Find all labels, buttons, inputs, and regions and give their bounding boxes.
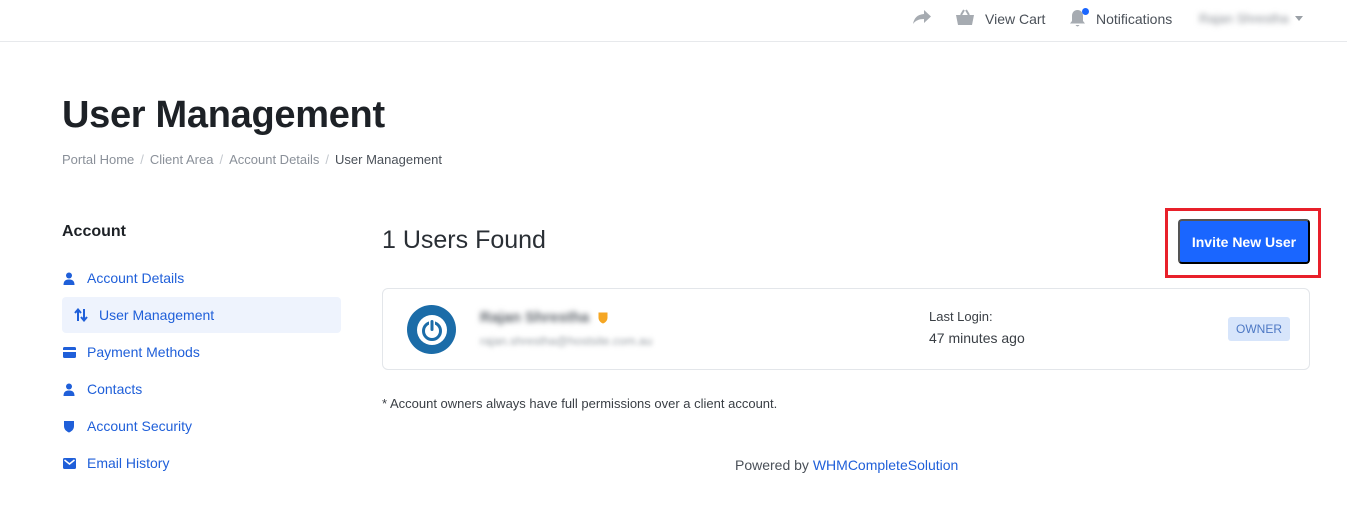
sidebar-item-account-details[interactable]: Account Details xyxy=(62,260,341,296)
powered-by-text: Powered by xyxy=(735,457,809,473)
user-name: Rajan Shrestha xyxy=(1199,11,1289,26)
owner-footnote: * Account owners always have full permis… xyxy=(382,396,778,411)
sidebar-item-contacts[interactable]: Contacts xyxy=(62,371,341,407)
whmcs-link[interactable]: WHMCompleteSolution xyxy=(813,457,959,473)
breadcrumb-separator: / xyxy=(219,152,224,167)
breadcrumb-separator: / xyxy=(325,152,330,167)
page-title: User Management xyxy=(62,94,385,136)
basket-icon xyxy=(955,8,975,29)
sidebar-item-account-security[interactable]: Account Security xyxy=(62,408,341,444)
breadcrumb-separator: / xyxy=(140,152,144,167)
notification-dot xyxy=(1082,7,1089,15)
sidebar-item-email-history[interactable]: Email History xyxy=(62,445,341,481)
envelope-icon xyxy=(62,456,76,470)
breadcrumb-current: User Management xyxy=(335,152,442,167)
chevron-down-icon xyxy=(1294,16,1303,21)
sidebar-item-payment-methods[interactable]: Payment Methods xyxy=(62,334,341,370)
sidebar-item-label: Email History xyxy=(87,455,170,471)
breadcrumb: Portal Home / Client Area / Account Deta… xyxy=(62,152,442,167)
user-name: Rajan Shrestha xyxy=(480,309,590,326)
user-card: Rajan Shrestha rajan.shrestha@hostsite.c… xyxy=(382,288,1310,370)
share-arrow-icon xyxy=(912,9,932,28)
user-email: rajan.shrestha@hostsite.com.au xyxy=(480,334,653,348)
shield-icon xyxy=(62,419,76,433)
bell-icon xyxy=(1068,7,1089,29)
breadcrumb-client-area[interactable]: Client Area xyxy=(150,152,214,167)
view-cart-link[interactable]: View Cart xyxy=(955,0,1045,37)
powered-by: Powered by WHMCompleteSolution xyxy=(735,457,958,473)
users-found-heading: 1 Users Found xyxy=(382,226,546,254)
user-icon xyxy=(62,271,76,285)
last-login-label: Last Login: xyxy=(929,309,993,324)
share-button[interactable] xyxy=(912,0,936,37)
notifications-link[interactable]: Notifications xyxy=(1068,0,1172,37)
last-login-value: 47 minutes ago xyxy=(929,330,1025,346)
sidebar-item-label: Contacts xyxy=(87,381,143,397)
user-dropdown[interactable]: Rajan Shrestha xyxy=(1199,0,1303,37)
sidebar-item-label: Account Security xyxy=(87,418,193,434)
notifications-label: Notifications xyxy=(1096,10,1173,27)
owner-shield-icon xyxy=(598,311,608,329)
sidebar-item-label: Account Details xyxy=(87,270,185,286)
view-cart-label: View Cart xyxy=(985,10,1046,27)
avatar xyxy=(407,305,456,354)
breadcrumb-account-details[interactable]: Account Details xyxy=(229,152,319,167)
invite-new-user-button[interactable]: Invite New User xyxy=(1178,219,1310,264)
credit-card-icon xyxy=(62,345,76,359)
role-badge: OWNER xyxy=(1228,317,1290,341)
breadcrumb-portal-home[interactable]: Portal Home xyxy=(62,152,134,167)
sidebar-item-label: Payment Methods xyxy=(87,344,200,360)
sidebar-item-user-management[interactable]: User Management xyxy=(62,297,341,333)
sidebar-heading: Account xyxy=(62,223,126,240)
user-icon xyxy=(62,382,76,396)
top-navbar: View Cart Notifications Rajan Shrestha xyxy=(0,0,1347,42)
sort-arrows-icon xyxy=(74,308,88,322)
sidebar-item-label: User Management xyxy=(99,307,215,323)
